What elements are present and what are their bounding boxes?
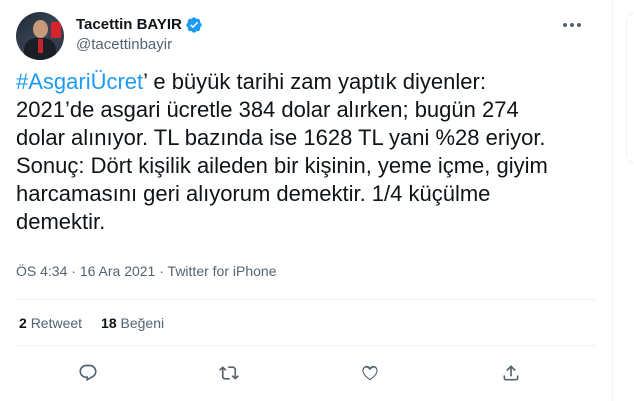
tweet-text: #AsgariÜcret’ e büyük tarihi zam yaptık … (16, 68, 576, 236)
sidebar-card-edge (626, 12, 634, 164)
author-name-row[interactable]: Tacettin BAYIR (76, 15, 203, 35)
tweet-detail: Tacettin BAYIR @tacettinbayir #AsgariÜcr… (0, 0, 612, 401)
author-handle[interactable]: @tacettinbayir (76, 35, 172, 55)
retweets-count: 2 (19, 315, 27, 331)
likes-label: Beğeni (120, 315, 165, 331)
author-display-name[interactable]: Tacettin BAYIR (76, 15, 182, 35)
avatar-face (33, 20, 48, 38)
retweets-label: Retweet (30, 315, 83, 331)
tweet-date[interactable]: 16 Ara 2021 (80, 263, 156, 279)
tweet-time[interactable]: ÖS 4:34 (16, 263, 67, 279)
tweet-client[interactable]: Twitter for iPhone (168, 263, 277, 279)
verified-badge-icon (185, 16, 203, 34)
hashtag-link[interactable]: #AsgariÜcret (16, 69, 143, 94)
meta-dot: · (159, 263, 164, 279)
likes-stat[interactable]: 18 Beğeni (101, 314, 164, 332)
divider (16, 299, 596, 300)
retweet-icon[interactable] (217, 361, 241, 385)
action-bar (0, 358, 612, 388)
share-icon[interactable] (499, 361, 523, 385)
divider (16, 345, 596, 346)
tweet-meta: ÖS 4:34 · 16 Ara 2021 · Twitter for iPho… (16, 262, 276, 280)
more-options-icon[interactable] (558, 14, 586, 36)
avatar-tie (38, 39, 43, 53)
likes-count: 18 (101, 315, 117, 331)
reply-icon[interactable] (76, 361, 100, 385)
avatar-flag (51, 22, 61, 38)
avatar[interactable] (16, 12, 64, 60)
like-heart-icon[interactable] (358, 361, 382, 385)
column-divider (612, 0, 613, 401)
tweet-stats: 2 Retweet 18 Beğeni (19, 314, 183, 332)
meta-dot: · (71, 263, 76, 279)
retweets-stat[interactable]: 2 Retweet (19, 314, 82, 332)
